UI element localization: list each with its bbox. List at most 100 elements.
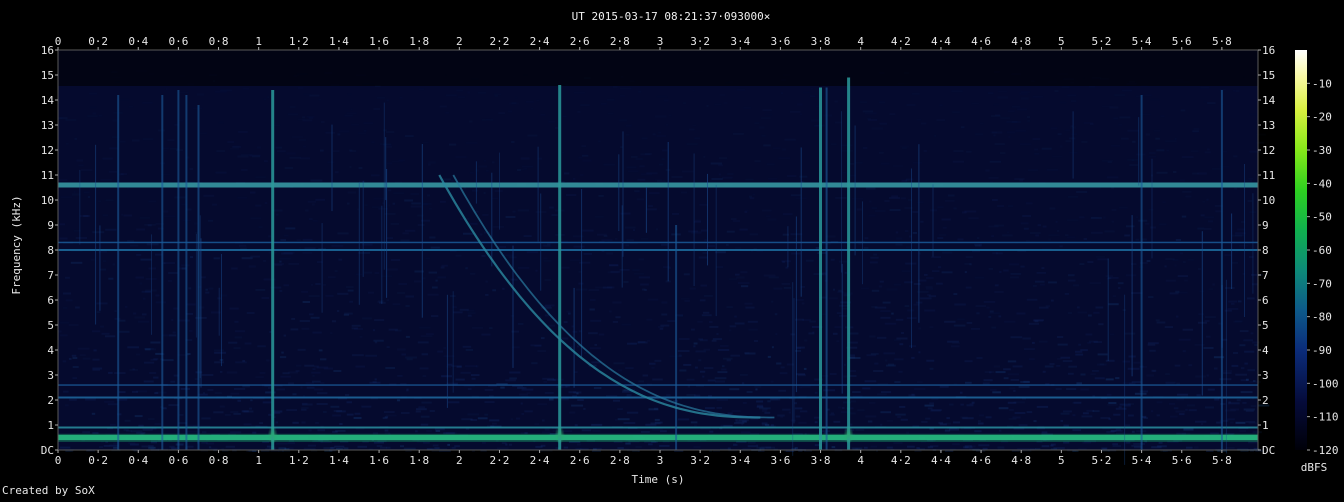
x-tick-label: 3 (657, 35, 664, 48)
y-axis-right: DC12345678910111213141516 (1258, 44, 1276, 457)
y-tick-label: 11 (1262, 169, 1275, 182)
y-tick-label: 11 (41, 169, 54, 182)
x-tick-label: 1·2 (289, 35, 309, 48)
y-tick-label: 9 (47, 219, 54, 232)
y-tick-label: 6 (1262, 294, 1269, 307)
x-tick-label: 2·6 (570, 454, 590, 467)
colorbar-tick-label: -90 (1312, 344, 1332, 357)
x-tick-label: 5·6 (1172, 454, 1192, 467)
y-tick-label: 4 (1262, 344, 1269, 357)
x-tick-label: 3·4 (730, 35, 750, 48)
x-tick-label: 5·2 (1092, 35, 1112, 48)
x-tick-label: 5·4 (1132, 454, 1152, 467)
y-tick-label: 8 (1262, 244, 1269, 257)
horizontal-band (58, 241, 1258, 244)
x-tick-label: 0·6 (168, 35, 188, 48)
x-tick-label: 4·4 (931, 35, 951, 48)
x-tick-label: 3·6 (770, 35, 790, 48)
y-axis-label: Frequency (kHz) (10, 195, 23, 294)
colorbar-tick-label: -80 (1312, 311, 1332, 324)
x-tick-label: 0 (55, 454, 62, 467)
y-tick-label: 15 (41, 69, 54, 82)
chart-title: UT 2015-03-17 08:21:37·093000× (572, 10, 771, 23)
colorbar-tick-label: -70 (1312, 277, 1332, 290)
x-tick-label: 3·2 (690, 454, 710, 467)
x-tick-label: 4·6 (971, 454, 991, 467)
x-tick-label: 5 (1058, 454, 1065, 467)
y-tick-label: 3 (47, 369, 54, 382)
x-tick-label: 0·8 (209, 454, 229, 467)
colorbar-tick-label: -10 (1312, 77, 1332, 90)
x-tick-label: 3·6 (770, 454, 790, 467)
y-tick-label: 14 (41, 94, 55, 107)
x-tick-label: 0·4 (128, 454, 148, 467)
y-tick-label: DC (1262, 444, 1275, 457)
colorbar-tick-label: -100 (1312, 377, 1339, 390)
y-tick-label: 2 (1262, 394, 1269, 407)
y-tick-label: 5 (47, 319, 54, 332)
x-tick-label: 1·4 (329, 35, 349, 48)
impulse-glow (554, 426, 565, 444)
impulse-glow (267, 426, 278, 444)
x-axis-label: Time (s) (632, 473, 685, 486)
x-tick-label: 3 (657, 454, 664, 467)
x-tick-label: 5·8 (1212, 454, 1232, 467)
x-tick-label: 4·4 (931, 454, 951, 467)
colorbar-tick-label: -60 (1312, 244, 1332, 257)
x-tick-label: 5 (1058, 35, 1065, 48)
upper-band-shade (58, 50, 1258, 86)
spectrogram-chart: UT 2015-03-17 08:21:37·093000× 0 0·2 0·4 0·… (10, 10, 1339, 486)
x-tick-label: 1·8 (409, 454, 429, 467)
x-tick-label: 1 (255, 454, 262, 467)
x-tick-label: 4·2 (891, 35, 911, 48)
x-tick-label: 4·8 (1011, 35, 1031, 48)
x-tick-label: 0·2 (88, 454, 108, 467)
y-tick-label: 16 (41, 44, 54, 57)
colorbar-label: dBFS (1301, 461, 1328, 474)
x-tick-label: 1 (255, 35, 262, 48)
x-tick-label: 2 (456, 35, 463, 48)
x-tick-label: 2·6 (570, 35, 590, 48)
x-tick-label: 2·8 (610, 35, 630, 48)
x-tick-label: 3·8 (811, 35, 831, 48)
y-axis-left: DC12345678910111213141516 (41, 44, 58, 457)
horizontal-band (58, 426, 1258, 429)
x-tick-label: 0·6 (168, 454, 188, 467)
low-band-glow (58, 433, 1258, 442)
x-tick-label: 4 (857, 35, 864, 48)
x-tick-label: 2·2 (490, 35, 510, 48)
x-tick-label: 3·4 (730, 454, 750, 467)
x-tick-label: 4·6 (971, 35, 991, 48)
x-axis-bottom: 0 0·2 0·4 0·6 0·8 1 1·2 1·4 1·6 1·8 2 2·2 2·4 2·6 2·8 3… (55, 450, 1232, 467)
x-tick-label: 4 (857, 454, 864, 467)
x-tick-label: 0 (55, 35, 62, 48)
x-tick-label: 0·4 (128, 35, 148, 48)
x-tick-label: 5·2 (1092, 454, 1112, 467)
x-tick-label: 1·8 (409, 35, 429, 48)
impulse-glow (843, 426, 854, 444)
y-tick-label: 7 (1262, 269, 1269, 282)
x-tick-label: 0·8 (209, 35, 229, 48)
y-tick-label: 3 (1262, 369, 1269, 382)
x-tick-label: 1·6 (369, 454, 389, 467)
colorbar-tick-label: -20 (1312, 111, 1332, 124)
y-tick-label: 4 (47, 344, 54, 357)
x-tick-label: 5·8 (1212, 35, 1232, 48)
x-tick-label: 5·6 (1172, 35, 1192, 48)
colorbar-tick-label: -40 (1312, 177, 1332, 190)
horizontal-band (58, 384, 1258, 386)
x-tick-label: 2·4 (530, 35, 550, 48)
colorbar (1295, 50, 1307, 450)
x-tick-label: 2 (456, 454, 463, 467)
y-tick-label: 6 (47, 294, 54, 307)
x-tick-label: 4·2 (891, 454, 911, 467)
y-tick-label: 14 (1262, 94, 1276, 107)
y-tick-label: 15 (1262, 69, 1275, 82)
x-tick-label: 2·4 (530, 454, 550, 467)
y-tick-label: 5 (1262, 319, 1269, 332)
y-tick-label: 10 (1262, 194, 1275, 207)
y-tick-label: 2 (47, 394, 54, 407)
x-tick-label: 0·2 (88, 35, 108, 48)
colorbar-tick-label: -50 (1312, 211, 1332, 224)
horizontal-band (58, 182, 1258, 188)
